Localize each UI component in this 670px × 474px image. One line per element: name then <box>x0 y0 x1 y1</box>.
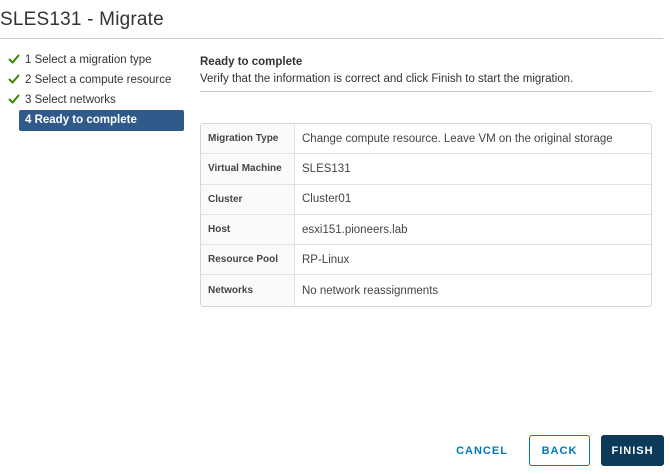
summary-key: Virtual Machine <box>201 154 295 185</box>
step-ready-to-complete[interactable]: 4 Ready to complete <box>19 110 184 131</box>
summary-value: No network reassignments <box>302 284 439 297</box>
summary-value: SLES131 <box>295 154 651 185</box>
finish-button[interactable]: FINISH <box>601 435 664 466</box>
table-row: Migration Type Change compute resource. … <box>201 124 651 155</box>
table-row: Networks No network reassignments <box>201 275 651 306</box>
step-select-compute-resource[interactable]: 2 Select a compute resource <box>0 70 186 90</box>
content-description: Verify that the information is correct a… <box>200 73 574 85</box>
table-row: Virtual Machine SLES131 <box>201 154 651 185</box>
content-heading: Ready to complete <box>200 56 303 68</box>
summary-key: Networks <box>201 275 295 306</box>
table-row: Resource Pool RP-Linux <box>201 245 651 276</box>
migrate-dialog: SLES131 - Migrate 1 Select a migration t… <box>0 0 670 474</box>
step-content: Ready to complete Verify that the inform… <box>200 55 652 86</box>
table-row: Cluster Cluster01 <box>201 184 651 215</box>
summary-value: Change compute resource. Leave VM on the… <box>295 124 651 155</box>
content-divider <box>200 91 652 92</box>
check-icon <box>8 74 20 84</box>
title-divider <box>0 38 663 39</box>
summary-table: Migration Type Change compute resource. … <box>200 123 652 307</box>
step-label: 1 Select a migration type <box>25 54 152 66</box>
dialog-title: SLES131 - Migrate <box>0 9 164 30</box>
summary-key: Host <box>201 214 295 246</box>
summary-value: esxi151.pioneers.lab <box>295 215 651 246</box>
back-button[interactable]: BACK <box>529 435 590 466</box>
summary-value: Cluster01 <box>295 185 651 215</box>
step-label: 4 Ready to complete <box>25 114 137 126</box>
summary-key: Migration Type <box>201 124 295 155</box>
check-icon <box>8 54 20 64</box>
wizard-steps: 1 Select a migration type 2 Select a com… <box>0 50 186 131</box>
check-icon <box>8 94 20 104</box>
cancel-button[interactable]: CANCEL <box>448 435 516 466</box>
summary-key: Cluster <box>201 184 295 215</box>
step-select-migration-type[interactable]: 1 Select a migration type <box>0 50 186 70</box>
step-label: 2 Select a compute resource <box>25 74 172 86</box>
step-select-networks[interactable]: 3 Select networks <box>0 90 186 110</box>
step-label: 3 Select networks <box>25 94 116 106</box>
table-row: Host esxi151.pioneers.lab <box>201 214 651 246</box>
summary-value: RP-Linux <box>295 245 651 276</box>
summary-key: Resource Pool <box>201 245 295 276</box>
